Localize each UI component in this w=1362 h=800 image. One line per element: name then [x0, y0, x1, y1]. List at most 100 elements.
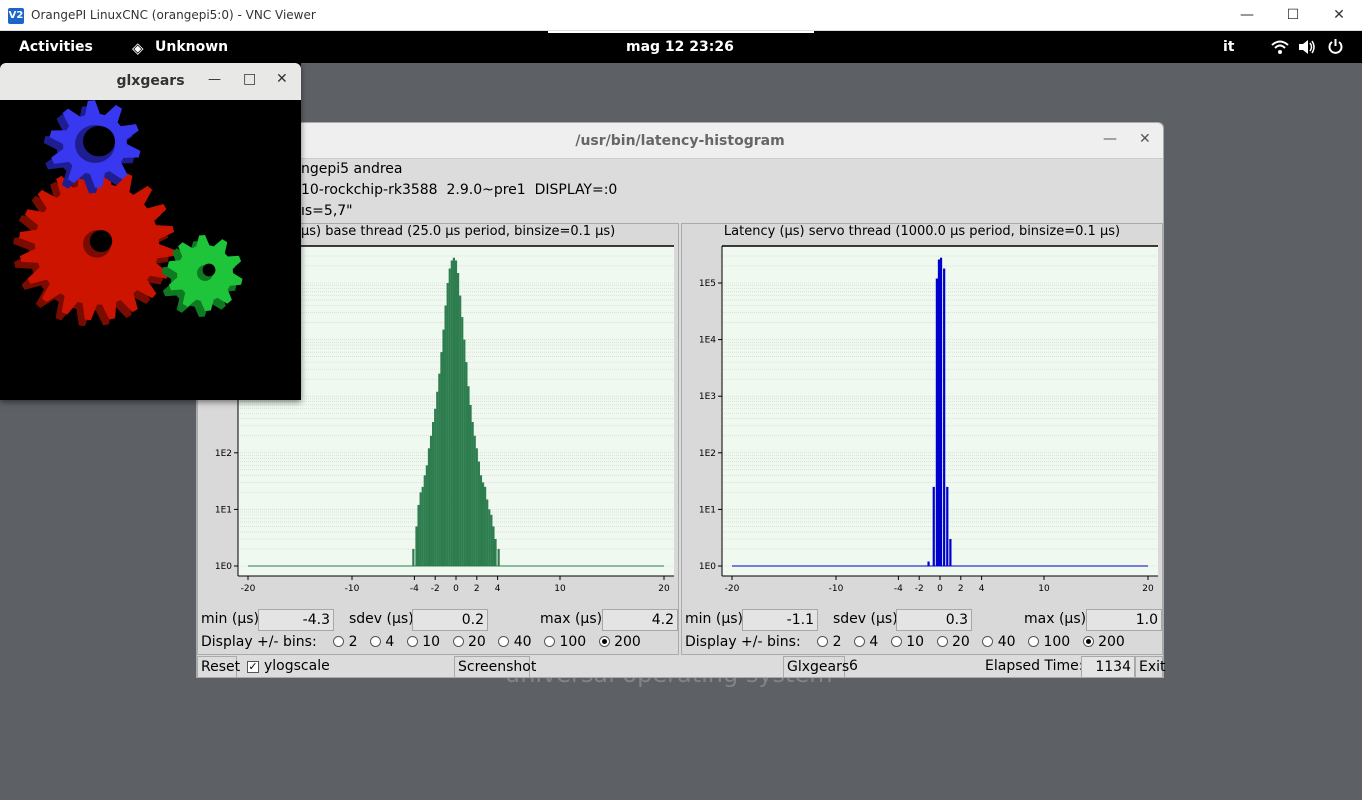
base-bins-option-200[interactable]: 200 [598, 634, 641, 650]
activities-button[interactable]: Activities [19, 39, 93, 55]
servo-chart-title: Latency (µs) servo thread (1000.0 µs per… [723, 224, 1121, 239]
histogram-bar [461, 317, 464, 566]
y-tick-label: 1E4 [699, 336, 716, 346]
histogram-bar [490, 514, 493, 566]
latency-close-button[interactable]: ✕ [1139, 131, 1151, 147]
base-max-value: 4.2 [602, 609, 678, 631]
radio-icon[interactable] [452, 636, 464, 647]
base-bins-option-4[interactable]: 4 [369, 634, 394, 650]
servo-histogram: 1E01E11E21E31E41E5-20 -10 -4 -2 0 2 4 10 20 [699, 245, 1158, 594]
histogram-bar [444, 305, 447, 566]
x-tick-label: -20 [725, 584, 740, 594]
vnc-titlebar: V2 OrangePI LinuxCNC (orangepi5:0) - VNC… [0, 0, 1362, 31]
radio-selected-icon[interactable] [598, 636, 610, 647]
radio-icon[interactable] [369, 636, 381, 647]
exit-button[interactable]: Exit [1135, 656, 1166, 678]
radio-icon[interactable] [936, 636, 948, 647]
histogram-bar [438, 373, 441, 566]
x-tick-label: -10 [829, 584, 844, 594]
base-bins-option-20[interactable]: 20 [452, 634, 486, 650]
reset-button[interactable]: Reset [197, 656, 240, 678]
y-tick-label: 1E0 [699, 562, 716, 572]
radio-icon[interactable] [1027, 636, 1039, 647]
wifi-icon[interactable] [1271, 39, 1289, 55]
power-icon[interactable] [1327, 38, 1344, 55]
histogram-bar [421, 486, 424, 566]
servo-bins-option-100[interactable]: 100 [1027, 634, 1070, 650]
glxgears-render [13, 100, 243, 327]
histogram-bar [427, 448, 431, 566]
histogram-bar [484, 486, 487, 566]
latency-minimize-button[interactable]: — [1103, 131, 1117, 147]
radio-icon[interactable] [853, 636, 865, 647]
histogram-bar [459, 295, 462, 566]
glxgears-button[interactable]: Glxgears [783, 656, 849, 678]
servo-bins-option-40[interactable]: 40 [982, 634, 1016, 650]
x-tick-label: -20 [241, 584, 256, 594]
servo-bins-option-4[interactable]: 4 [853, 634, 878, 650]
ylogscale-label: ylogscale [264, 658, 330, 674]
app-menu-icon[interactable]: ◈ [132, 39, 144, 57]
servo-bins-option-200[interactable]: 200 [1082, 634, 1125, 650]
info-line-host: ngepi5 andrea [301, 161, 403, 177]
vnc-app-icon: V2 [8, 8, 24, 24]
y-tick-label: 1E3 [699, 392, 716, 402]
glxgears-maximize-button[interactable]: □ [243, 71, 256, 87]
glxgears-window: glxgears — □ ✕ [0, 63, 301, 400]
y-tick-label: 1E1 [699, 505, 716, 515]
vnc-minimize-button[interactable]: — [1224, 4, 1270, 26]
base-bins-option-10[interactable]: 10 [406, 634, 440, 650]
radio-icon[interactable] [498, 636, 510, 647]
base-bins-option-40[interactable]: 40 [498, 634, 532, 650]
x-tick-label: 4 [979, 584, 985, 594]
histogram-bar [481, 482, 485, 566]
glxgears-close-button[interactable]: ✕ [276, 71, 288, 87]
base-sdev-label: sdev (µs) [349, 611, 414, 627]
radio-selected-icon[interactable] [1082, 636, 1094, 647]
histogram-bar [479, 475, 483, 566]
x-tick-label: 10 [1038, 584, 1050, 594]
x-tick-label: -4 [894, 584, 903, 594]
x-tick-label: 2 [958, 584, 964, 594]
radio-icon[interactable] [817, 636, 829, 647]
app-menu-label[interactable]: Unknown [155, 39, 228, 55]
radio-icon[interactable] [982, 636, 994, 647]
volume-icon[interactable] [1298, 39, 1316, 55]
screenshot-button[interactable]: Screenshot [454, 656, 536, 678]
base-bins-option-2[interactable]: 2 [333, 634, 358, 650]
radio-icon[interactable] [543, 636, 555, 647]
latency-window-title: /usr/bin/latency-histogram [575, 133, 785, 149]
clock[interactable]: mag 12 23:26 [626, 39, 734, 55]
histogram-bar [475, 448, 478, 566]
histogram-bar [935, 278, 938, 566]
base-bins-label: Display +/- bins: [201, 634, 317, 650]
servo-bins-option-10[interactable]: 10 [890, 634, 924, 650]
histogram-bar [415, 526, 418, 566]
histogram-bar [471, 422, 474, 566]
servo-min-label: min (µs) [685, 611, 743, 627]
x-tick-label: 10 [554, 584, 566, 594]
x-tick-label: 0 [453, 584, 459, 594]
servo-min-value: -1.1 [742, 609, 818, 631]
info-line-settings: ıs=5,7" [301, 203, 353, 219]
ylogscale-checkbox[interactable]: ✓ [247, 661, 259, 673]
servo-bins-option-20[interactable]: 20 [936, 634, 970, 650]
info-line-kernel: 10-rockchip-rk3588 2.9.0~pre1 DISPLAY=:0 [301, 182, 618, 198]
glxgears-minimize-button[interactable]: — [208, 72, 221, 87]
vnc-close-button[interactable]: ✕ [1316, 4, 1362, 26]
base-min-value: -4.3 [258, 609, 334, 631]
histogram-bar [477, 461, 480, 566]
histogram-bar [442, 329, 445, 566]
radio-icon[interactable] [406, 636, 418, 647]
base-sdev-value: 0.2 [412, 609, 488, 631]
servo-bins-option-2[interactable]: 2 [817, 634, 842, 650]
histogram-bar [417, 504, 420, 566]
language-indicator[interactable]: it [1223, 39, 1235, 55]
vnc-maximize-button[interactable]: ☐ [1270, 4, 1316, 26]
radio-icon[interactable] [333, 636, 345, 647]
x-tick-label: -10 [345, 584, 360, 594]
radio-icon[interactable] [890, 636, 902, 647]
glxgears-titlebar: glxgears — □ ✕ [0, 63, 301, 100]
histogram-bar [412, 548, 415, 566]
base-bins-option-100[interactable]: 100 [543, 634, 586, 650]
